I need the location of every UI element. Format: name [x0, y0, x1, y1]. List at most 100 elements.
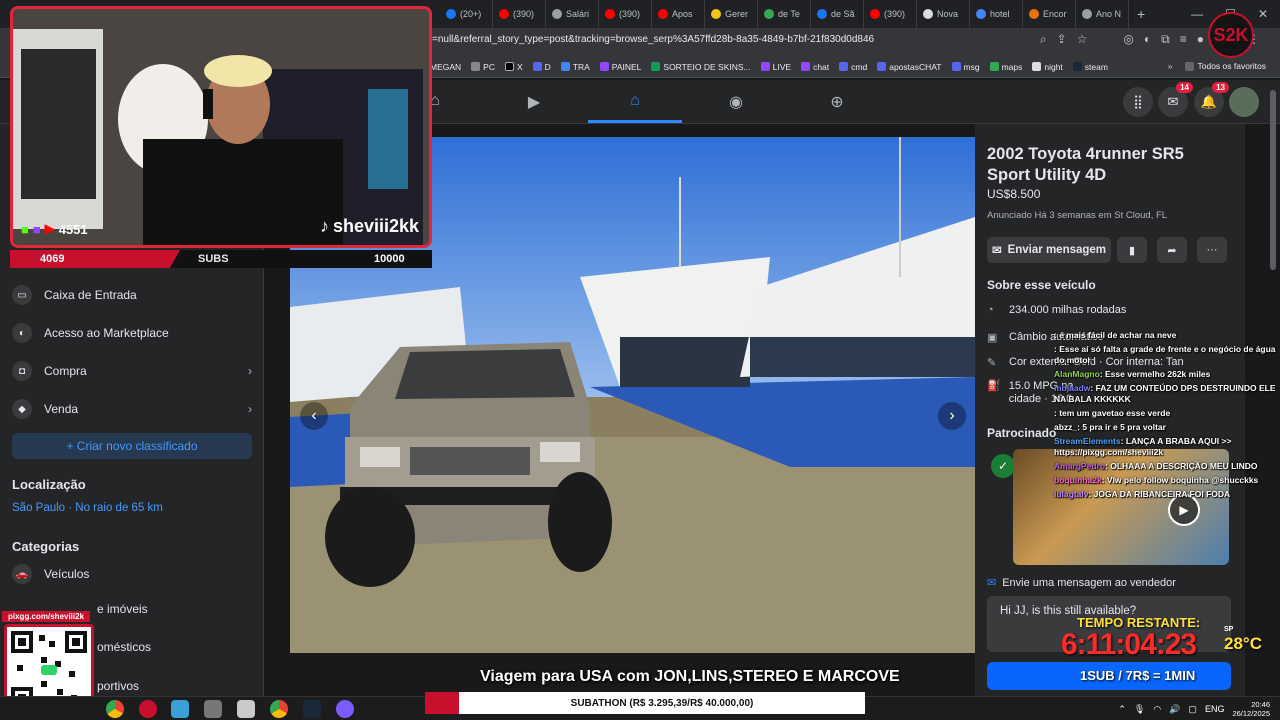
- webcam-overlay: ■ ■ ▶ 4551 ♪ sheviii2kk: [10, 6, 432, 248]
- bookmark[interactable]: SORTEIO DE SKINS...: [651, 62, 751, 72]
- youtube-icon: [605, 9, 615, 19]
- browser-tab[interactable]: Ano N: [1076, 0, 1129, 28]
- bookmark-label: X: [516, 61, 523, 72]
- tab-title: Nova: [937, 9, 959, 19]
- more-button[interactable]: ···: [1197, 237, 1227, 263]
- bookmark[interactable]: PAINEL: [599, 62, 641, 72]
- wifi-icon[interactable]: ◠: [1153, 704, 1161, 715]
- bookmark-label: D: [544, 61, 551, 72]
- facebook-icon: [817, 9, 827, 19]
- channel-logo: S2K: [1208, 12, 1254, 58]
- gaming-icon[interactable]: ⊕: [826, 92, 848, 111]
- extension-icon[interactable]: ◐: [1144, 32, 1151, 47]
- puzzle-icon[interactable]: ⧉: [1161, 32, 1170, 47]
- browser-tab[interactable]: hotel: [970, 0, 1023, 28]
- notifications-button[interactable]: 🔔 13: [1194, 82, 1229, 117]
- webcam-feed: [13, 9, 429, 245]
- minimize-icon[interactable]: —: [1191, 7, 1203, 21]
- logo-text: S2K: [1213, 24, 1249, 45]
- profile-icon[interactable]: ●: [1197, 32, 1204, 47]
- twitch-icon: [801, 62, 811, 71]
- volume-icon[interactable]: 🔊: [1169, 704, 1180, 715]
- sidebar-item-sell[interactable]: ◆ Venda ›: [12, 399, 252, 419]
- avatar[interactable]: [1229, 87, 1259, 117]
- bookmark[interactable]: D: [532, 61, 551, 72]
- bookmark[interactable]: MEGAN: [430, 62, 461, 72]
- save-button[interactable]: ▮: [1117, 237, 1147, 263]
- browser-tab[interactable]: Salári: [546, 0, 599, 28]
- opera-icon[interactable]: [139, 700, 157, 718]
- url-text[interactable]: =null&referral_story_type=post&tracking=…: [432, 34, 874, 45]
- groups-icon[interactable]: ◉: [725, 92, 747, 111]
- marketplace-icon[interactable]: ⌂: [624, 92, 646, 110]
- create-listing-button[interactable]: + Criar novo classificado: [12, 433, 252, 459]
- sidebar-item-label: Caixa de Entrada: [44, 288, 137, 302]
- menu-grid-button[interactable]: ⣿: [1123, 87, 1153, 117]
- bookmark[interactable]: msg: [951, 62, 980, 72]
- network-icon[interactable]: ▢: [1188, 704, 1197, 715]
- chrome-icon[interactable]: [270, 700, 288, 718]
- scrollbar[interactable]: [1270, 90, 1276, 270]
- star-icon[interactable]: ☆: [1077, 32, 1088, 47]
- app-icon[interactable]: [171, 700, 189, 718]
- bookmark[interactable]: chat: [801, 62, 829, 72]
- page-icon: [1029, 9, 1039, 19]
- bookmark[interactable]: TRA: [560, 62, 590, 72]
- bookmark[interactable]: steam: [1072, 62, 1108, 72]
- maps-icon: [764, 9, 774, 19]
- browser-tab[interactable]: de Te: [758, 0, 811, 28]
- browser-tab[interactable]: (390): [864, 0, 917, 28]
- sidebar-item-marketplace-access[interactable]: ◐ Acesso ao Marketplace: [12, 323, 252, 343]
- location-link[interactable]: São Paulo · No raio de 65 km: [12, 502, 163, 514]
- browser-tab[interactable]: (390): [599, 0, 652, 28]
- browser-tab[interactable]: Gerer: [705, 0, 758, 28]
- discord-icon: [839, 62, 849, 71]
- video-icon[interactable]: ▶: [523, 92, 545, 111]
- bookmark[interactable]: X: [504, 61, 523, 72]
- notifications-badge: 13: [1212, 82, 1229, 93]
- zoom-icon[interactable]: ⌕: [1040, 32, 1047, 47]
- bookmark[interactable]: night: [1032, 62, 1063, 72]
- close-icon[interactable]: ✕: [1258, 7, 1268, 21]
- browser-tab[interactable]: de Sã: [811, 0, 864, 28]
- all-bookmarks[interactable]: » Todos os favoritos: [1168, 61, 1266, 71]
- bookmark[interactable]: LIVE: [760, 62, 791, 72]
- chevron-up-icon[interactable]: ⌃: [1118, 704, 1126, 715]
- grid-icon: ⣿: [1133, 94, 1143, 109]
- bookmark[interactable]: apostasCHAT: [877, 62, 942, 72]
- reading-list-icon[interactable]: ≡: [1180, 32, 1187, 47]
- browser-tab[interactable]: Encor: [1023, 0, 1076, 28]
- bookmark[interactable]: cmd: [839, 62, 867, 72]
- browser-tab[interactable]: (390): [493, 0, 546, 28]
- sidebar-item-buy[interactable]: ◘ Compra ›: [12, 361, 252, 381]
- sponsored-heading: Patrocinado: [987, 426, 1057, 440]
- steam-icon[interactable]: [303, 700, 321, 718]
- share-button[interactable]: ➦: [1157, 237, 1187, 263]
- tab-title: (390): [619, 9, 641, 19]
- temperature: 28°C: [1224, 634, 1262, 653]
- previous-photo-button[interactable]: ‹: [300, 402, 328, 430]
- sidebar-item-inbox[interactable]: ▭ Caixa de Entrada: [12, 285, 252, 305]
- explorer-icon[interactable]: [237, 700, 255, 718]
- share-icon[interactable]: ⇪: [1057, 32, 1067, 47]
- category-vehicles[interactable]: 🚗 Veículos: [12, 564, 252, 584]
- bookmark[interactable]: PC: [471, 62, 495, 72]
- app-icon[interactable]: [336, 700, 354, 718]
- clock[interactable]: 20:46 26/12/2025: [1232, 700, 1270, 718]
- extension-icon[interactable]: ◎: [1123, 32, 1133, 47]
- translate-icon: [560, 62, 570, 71]
- chat-message: : Esse aí só falta a grade de frente e o…: [1054, 344, 1280, 366]
- send-message-button[interactable]: ✉ Enviar mensagem: [987, 237, 1111, 263]
- chrome-icon[interactable]: [106, 700, 124, 718]
- browser-tab[interactable]: Nova: [917, 0, 970, 28]
- bookmark[interactable]: maps: [989, 62, 1022, 72]
- app-icon[interactable]: [204, 700, 222, 718]
- messenger-button[interactable]: ✉ 14: [1158, 82, 1193, 117]
- language[interactable]: ENG: [1205, 704, 1225, 714]
- browser-tab[interactable]: Apos: [652, 0, 705, 28]
- chat-message: abzz_: 5 pra ir e 5 pra voltar: [1054, 422, 1280, 433]
- new-tab-button[interactable]: +: [1129, 6, 1153, 22]
- mic-icon[interactable]: 🎙: [1134, 704, 1145, 715]
- browser-tab[interactable]: (20+): [440, 0, 493, 28]
- next-photo-button[interactable]: ›: [938, 402, 966, 430]
